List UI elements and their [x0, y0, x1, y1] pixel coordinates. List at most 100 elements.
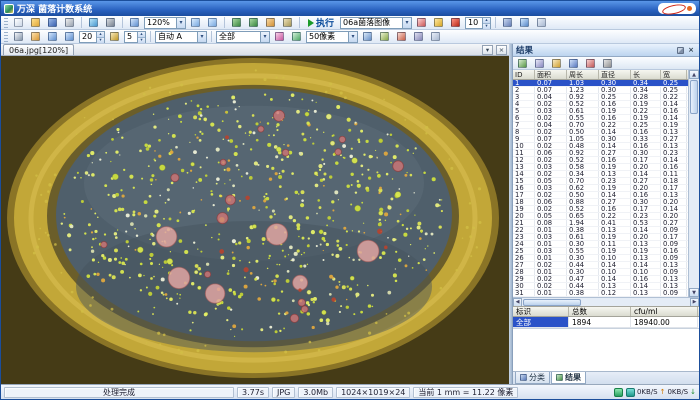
- table-row[interactable]: 170.020.500.140.160.13: [513, 192, 688, 199]
- image-select-combo[interactable]: 06a菌落图像▾: [340, 17, 412, 29]
- table-row[interactable]: 80.020.500.140.160.13: [513, 129, 688, 136]
- table-row[interactable]: 220.010.380.130.140.09: [513, 227, 688, 234]
- record-icon[interactable]: [448, 16, 463, 29]
- marker-icon[interactable]: [431, 16, 446, 29]
- spinner-arrows[interactable]: ▴▾: [137, 32, 145, 42]
- table-row[interactable]: 40.020.520.160.190.14: [513, 101, 688, 108]
- delete-colony-icon[interactable]: [394, 30, 409, 43]
- size-filter-combo[interactable]: 50像素▾: [306, 31, 358, 43]
- table-row[interactable]: 20.071.230.300.340.25: [513, 87, 688, 94]
- table-row[interactable]: 130.030.580.190.200.16: [513, 164, 688, 171]
- merge-colony-icon[interactable]: [377, 30, 392, 43]
- column-header[interactable]: 长: [631, 70, 661, 79]
- prev-image-icon[interactable]: [229, 16, 244, 29]
- column-header[interactable]: 直径: [599, 70, 631, 79]
- table-row[interactable]: 210.081.940.410.530.27: [513, 220, 688, 227]
- scrollbar-thumb[interactable]: [690, 80, 698, 114]
- table-row[interactable]: 230.030.610.190.200.17: [513, 234, 688, 241]
- summary-row[interactable]: 全部189418940.00: [513, 317, 699, 328]
- hand-pan-icon[interactable]: [28, 30, 43, 43]
- close-panel-button[interactable]: ×: [686, 45, 696, 55]
- column-header[interactable]: ID: [513, 70, 535, 79]
- table-row[interactable]: 200.050.650.220.230.20: [513, 213, 688, 220]
- scroll-down-button[interactable]: ▼: [689, 288, 699, 297]
- table-row[interactable]: 140.020.340.130.140.11: [513, 171, 688, 178]
- chevron-down-icon[interactable]: ▾: [197, 32, 206, 42]
- chevron-down-icon[interactable]: ▾: [402, 18, 411, 28]
- petri-dish-image[interactable]: [1, 56, 509, 384]
- zoom-out-icon[interactable]: [205, 16, 220, 29]
- count-mode-combo[interactable]: 自动 A▾: [155, 31, 207, 43]
- tab-list-button[interactable]: ▾: [482, 45, 493, 55]
- zoom-tool-icon[interactable]: [127, 16, 142, 29]
- table-row[interactable]: 240.010.300.110.130.09: [513, 241, 688, 248]
- table-row[interactable]: 190.020.520.160.170.14: [513, 206, 688, 213]
- next-image-icon[interactable]: [246, 16, 261, 29]
- class-filter-combo[interactable]: 全部▾: [216, 31, 270, 43]
- results-horizontal-scrollbar[interactable]: ◀ ▶: [513, 297, 699, 306]
- run-button[interactable]: 执行: [304, 16, 338, 29]
- pointer-icon[interactable]: [11, 30, 26, 43]
- chevron-down-icon[interactable]: ▾: [348, 32, 357, 42]
- copy-results-icon[interactable]: [532, 57, 547, 70]
- count-threshold-spin[interactable]: 10▴▾: [465, 17, 491, 29]
- compare-images-icon[interactable]: [263, 16, 278, 29]
- chevron-down-icon[interactable]: ▾: [260, 32, 269, 42]
- spinner-arrows[interactable]: ▴▾: [96, 32, 104, 42]
- print-results-icon[interactable]: [600, 57, 615, 70]
- table-row[interactable]: 10.071.030.300.340.25: [513, 80, 688, 87]
- column-header[interactable]: 面积: [535, 70, 567, 79]
- network-monitor[interactable]: 0KB/S↑0KB/S↓: [626, 388, 696, 397]
- spin-down-icon[interactable]: ▾: [138, 37, 145, 43]
- table-row[interactable]: 160.030.620.190.200.17: [513, 185, 688, 192]
- table-row[interactable]: 310.010.380.120.130.09: [513, 290, 688, 297]
- layers-icon[interactable]: [411, 30, 426, 43]
- results-panel-header[interactable]: 结果 ×: [513, 44, 699, 57]
- print-icon[interactable]: [62, 16, 77, 29]
- spin-down-icon[interactable]: ▾: [97, 37, 104, 43]
- zoom-combo[interactable]: 120%▾: [144, 17, 186, 29]
- spin-down-icon[interactable]: ▾: [483, 23, 490, 29]
- camera-icon[interactable]: [103, 16, 118, 29]
- table-row[interactable]: 260.010.300.100.130.09: [513, 255, 688, 262]
- eyedropper-icon[interactable]: [289, 30, 304, 43]
- table-row[interactable]: 100.020.480.140.160.13: [513, 143, 688, 150]
- table-row[interactable]: 280.010.300.100.100.09: [513, 269, 688, 276]
- table-row[interactable]: 290.020.470.140.160.13: [513, 276, 688, 283]
- toolbar2-overflow-icon[interactable]: [428, 30, 443, 43]
- titlebar[interactable]: 万深 菌落计数系统: [1, 1, 699, 16]
- table-row[interactable]: 120.020.520.160.170.14: [513, 157, 688, 164]
- spinner-arrows[interactable]: ▴▾: [482, 18, 490, 28]
- table-row[interactable]: 180.060.880.270.300.20: [513, 199, 688, 206]
- chart-results-icon[interactable]: [583, 57, 598, 70]
- column-header[interactable]: 周长: [567, 70, 599, 79]
- help-icon[interactable]: [517, 16, 532, 29]
- results-vertical-scrollbar[interactable]: ▲ ▼: [688, 70, 699, 297]
- point-size-spin[interactable]: 5▴▾: [124, 31, 146, 43]
- table-row[interactable]: 90.071.050.300.330.27: [513, 136, 688, 143]
- scrollbar-track[interactable]: [689, 115, 699, 288]
- zoom-in-icon[interactable]: [188, 16, 203, 29]
- magnify-plus-icon[interactable]: [45, 30, 60, 43]
- split-colony-icon[interactable]: [360, 30, 375, 43]
- sort-results-icon[interactable]: [566, 57, 581, 70]
- image-canvas[interactable]: [1, 56, 509, 384]
- toolbar-overflow-icon[interactable]: [534, 16, 549, 29]
- panel-tab-分类[interactable]: 分类: [515, 372, 550, 384]
- chevron-down-icon[interactable]: ▾: [176, 18, 185, 28]
- scroll-up-button[interactable]: ▲: [689, 70, 699, 79]
- table-row[interactable]: 270.020.440.140.140.13: [513, 262, 688, 269]
- ruler-icon[interactable]: [280, 16, 295, 29]
- tab-close-button[interactable]: ×: [496, 45, 507, 55]
- new-file-icon[interactable]: [11, 16, 26, 29]
- table-row[interactable]: 110.060.920.270.300.23: [513, 150, 688, 157]
- table-row[interactable]: 70.040.700.220.250.19: [513, 122, 688, 129]
- palette-icon[interactable]: [272, 30, 287, 43]
- table-row[interactable]: 60.020.550.160.190.14: [513, 115, 688, 122]
- table-row[interactable]: 300.020.440.130.140.13: [513, 283, 688, 290]
- grid-icon[interactable]: [500, 16, 515, 29]
- analyze-icon[interactable]: [414, 16, 429, 29]
- panel-tab-结果[interactable]: 结果: [551, 372, 586, 384]
- column-header[interactable]: 宽: [661, 70, 687, 79]
- brush-size-spin[interactable]: 20▴▾: [79, 31, 105, 43]
